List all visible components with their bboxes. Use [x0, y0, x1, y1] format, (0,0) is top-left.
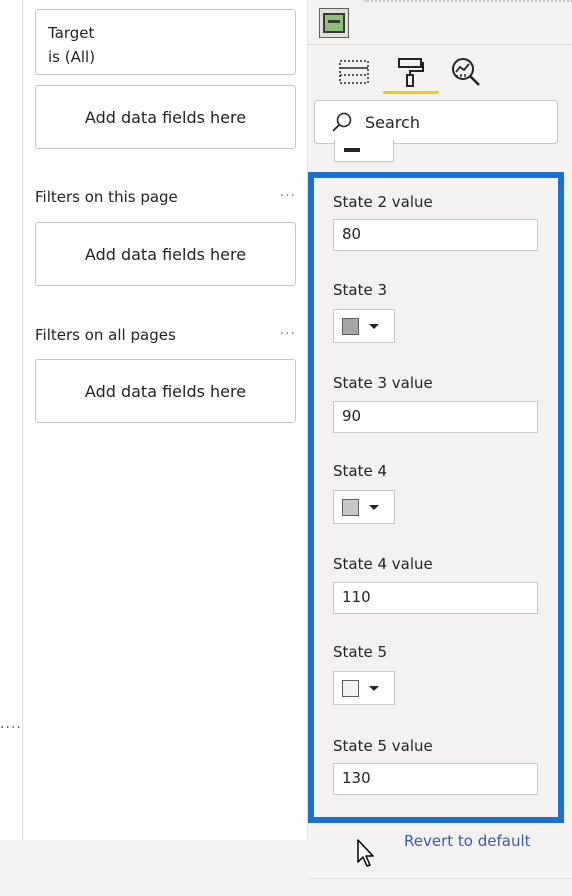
add-data-fields-page[interactable]: Add data fields here [35, 222, 296, 286]
search-input[interactable]: Search [314, 100, 558, 144]
state-5-value-input[interactable]: 130 [333, 763, 538, 795]
state-5-label: State 5 [333, 643, 388, 661]
section-title: Filters on this page [35, 188, 178, 206]
filter-card-target[interactable]: Target is (All) [35, 9, 296, 75]
add-data-fields-all[interactable]: Add data fields here [35, 359, 296, 423]
search-placeholder: Search [365, 112, 420, 132]
filter-card-title: Target [48, 24, 95, 42]
format-pane: Search State 2 value 80 State 3 State 3 … [308, 0, 572, 896]
add-data-fields-label: Add data fields here [84, 381, 247, 401]
state-3-label: State 3 [333, 281, 388, 299]
color-swatch [342, 679, 359, 697]
color-picker-partial[interactable] [334, 140, 394, 162]
revert-to-default-link[interactable]: Revert to default [404, 832, 531, 850]
fields-icon[interactable] [334, 52, 374, 92]
filter-card-state: is (All) [48, 48, 96, 66]
more-options-button[interactable]: ··· [280, 188, 296, 206]
collapse-dots[interactable]: ···· [0, 721, 22, 735]
state-4-value-label: State 4 value [333, 555, 433, 573]
state-3-value-label: State 3 value [333, 374, 433, 392]
section-filters-this-page: Filters on this page ··· [35, 188, 296, 206]
state-4-color-picker[interactable] [333, 490, 395, 524]
add-data-fields-visual[interactable]: Add data fields here [35, 85, 296, 149]
chevron-down-icon [369, 323, 379, 329]
section-title: Filters on all pages [35, 326, 176, 344]
state-5-color-picker[interactable] [333, 671, 395, 705]
section-filters-all-pages: Filters on all pages ··· [35, 326, 296, 344]
state-2-value-input[interactable]: 80 [333, 219, 538, 251]
chevron-down-icon [369, 685, 379, 691]
search-icon [332, 112, 352, 132]
state-5-value-label: State 5 value [333, 737, 433, 755]
chevron-down-icon [369, 504, 379, 510]
visual-thumbnail-icon[interactable] [319, 8, 349, 38]
filters-pane: Target is (All) Add data fields here Fil… [24, 0, 308, 840]
divider [308, 44, 572, 45]
state-3-color-picker[interactable] [333, 309, 395, 343]
add-data-fields-label: Add data fields here [84, 107, 247, 127]
active-tab-indicator [383, 91, 439, 94]
left-strip [0, 0, 23, 840]
state-4-label: State 4 [333, 462, 388, 480]
divider [364, 0, 572, 2]
bottom-bar [0, 840, 308, 896]
color-swatch [342, 317, 359, 335]
state-2-value-label: State 2 value [333, 193, 433, 211]
state-4-value-input[interactable]: 110 [333, 582, 538, 614]
more-options-button[interactable]: ··· [280, 326, 296, 344]
state-3-value-input[interactable]: 90 [333, 401, 538, 433]
color-swatch [342, 498, 359, 516]
add-data-fields-label: Add data fields here [84, 244, 247, 264]
mouse-cursor-icon [357, 839, 374, 867]
analytics-icon[interactable] [446, 52, 486, 92]
divider [308, 878, 572, 879]
format-paint-icon[interactable] [390, 52, 430, 92]
